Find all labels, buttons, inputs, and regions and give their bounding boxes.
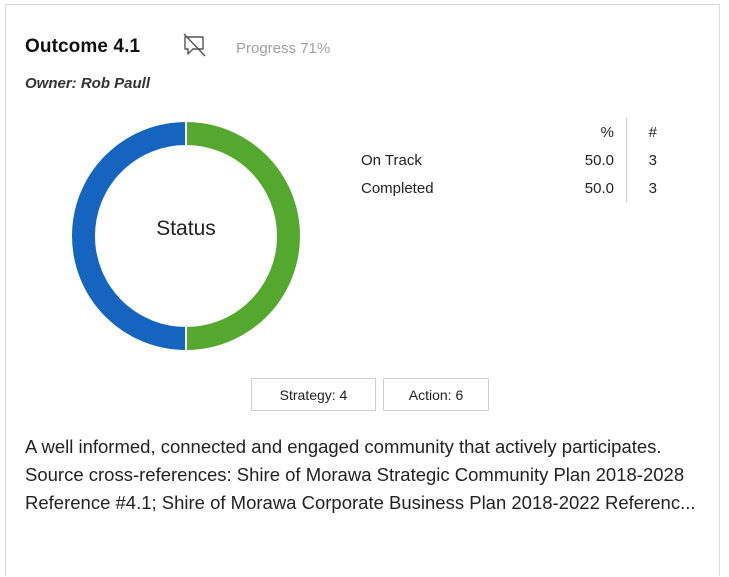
outcome-title: Outcome 4.1 [25, 36, 141, 57]
stats-header-percent: % [600, 123, 614, 141]
progress-label: Progress 71% [236, 40, 331, 57]
donut-center-label: Status [156, 217, 216, 240]
stats-row-percent: 50.0 [584, 151, 614, 169]
strategy-count-button[interactable]: Strategy: 4 [251, 378, 376, 411]
speech-bubble-slash-icon[interactable] [180, 31, 208, 59]
stats-header-label [361, 118, 551, 146]
action-count-button[interactable]: Action: 6 [383, 378, 489, 411]
stats-header-count: # [626, 118, 657, 146]
status-stats-table: % # On Track 50.0 3 Completed 50.0 3 [361, 118, 657, 202]
stats-row-label: Completed [361, 179, 434, 197]
table-row: On Track 50.0 3 [361, 146, 657, 174]
stats-row-label: On Track [361, 151, 422, 169]
stats-row-count: 3 [626, 146, 657, 174]
outcome-description: A well informed, connected and engaged c… [25, 436, 696, 513]
stats-row-count: 3 [626, 174, 657, 202]
owner-label: Owner: Rob Paull [25, 75, 151, 92]
outcome-card: Outcome 4.1 Progress 71% Owner: Rob Paul… [5, 4, 720, 576]
table-row: Completed 50.0 3 [361, 174, 657, 202]
stats-row-percent: 50.0 [584, 179, 614, 197]
stats-header-row: % # [361, 118, 657, 146]
